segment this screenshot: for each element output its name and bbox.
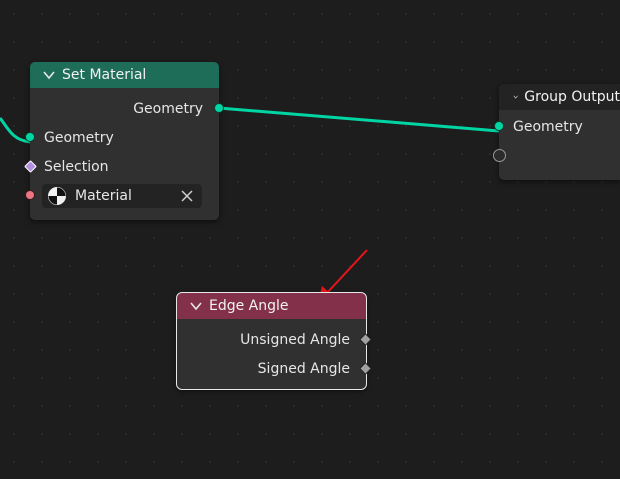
empty-input-row: [493, 141, 620, 170]
chevron-down-icon[interactable]: [42, 68, 56, 82]
input-geometry-row: Geometry: [494, 112, 620, 141]
group-output-node[interactable]: Group Output Geometry: [493, 84, 620, 180]
output-signed-row: Signed Angle: [177, 354, 372, 383]
signed-angle-output-socket[interactable]: [359, 362, 372, 375]
socket-label: Unsigned Angle: [240, 331, 350, 348]
socket-label: Signed Angle: [257, 360, 350, 377]
edge-angle-header[interactable]: Edge Angle: [177, 293, 366, 319]
socket-label: Geometry: [513, 118, 583, 135]
set-material-node[interactable]: Set Material Geometry Geometry Selection…: [24, 62, 224, 220]
material-name: Material: [75, 188, 132, 204]
unsigned-angle-output-socket[interactable]: [359, 333, 372, 346]
group-output-header[interactable]: Group Output: [499, 84, 620, 110]
socket-label: Geometry: [133, 100, 203, 117]
output-geometry-row: Geometry: [30, 94, 224, 123]
socket-label: Geometry: [44, 129, 114, 146]
selection-input-socket[interactable]: [24, 160, 37, 173]
geometry-input-socket[interactable]: [25, 132, 35, 142]
chevron-down-icon[interactable]: [513, 90, 518, 104]
chevron-down-icon[interactable]: [189, 299, 203, 313]
input-selection-row: Selection: [24, 152, 219, 181]
node-title: Set Material: [62, 67, 147, 83]
close-icon[interactable]: [181, 190, 193, 202]
output-unsigned-row: Unsigned Angle: [177, 325, 372, 354]
material-sphere-icon: [48, 187, 66, 205]
node-title: Group Output: [524, 89, 620, 105]
material-selector[interactable]: Material: [42, 184, 202, 208]
socket-label: Selection: [44, 158, 109, 175]
set-material-header[interactable]: Set Material: [30, 62, 219, 88]
node-title: Edge Angle: [209, 298, 289, 314]
geometry-link[interactable]: [218, 106, 500, 133]
input-material-row: Material: [25, 181, 219, 210]
geometry-input-socket[interactable]: [494, 121, 504, 131]
material-input-socket[interactable]: [25, 190, 35, 200]
geometry-output-socket[interactable]: [214, 103, 224, 113]
empty-input-socket[interactable]: [493, 149, 506, 162]
edge-angle-node[interactable]: Edge Angle Unsigned Angle Signed Angle: [176, 292, 372, 390]
input-geometry-row: Geometry: [25, 123, 219, 152]
